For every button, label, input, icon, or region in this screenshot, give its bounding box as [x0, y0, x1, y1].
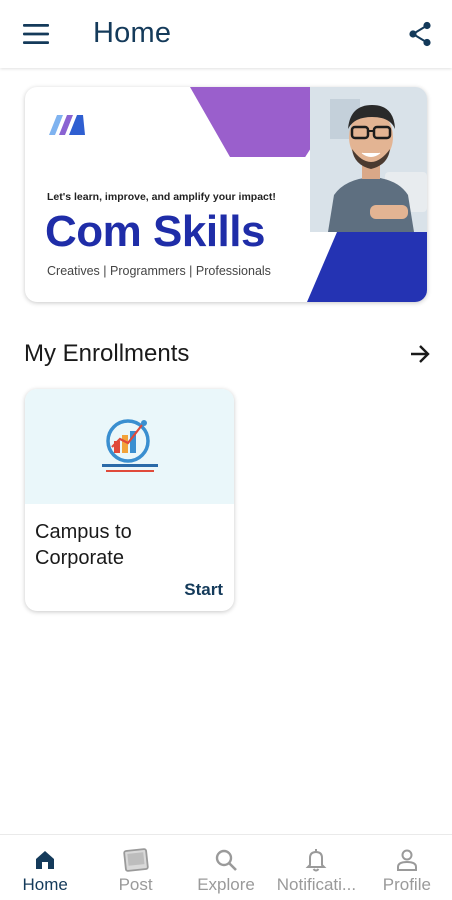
banner-tagline: Let's learn, improve, and amplify your i…: [47, 191, 276, 203]
nav-label-post: Post: [118, 875, 153, 894]
career-compass-logo: [102, 419, 158, 472]
banner-title: Com Skills: [45, 207, 265, 256]
nav-item-post[interactable]: Post: [90, 835, 180, 900]
nav-label-notifications: Notificati...: [276, 875, 357, 894]
nav-label-profile: Profile: [382, 875, 431, 894]
banner-person-photo: [310, 87, 427, 232]
course-thumbnail: [25, 389, 234, 504]
enrollments-see-all-button[interactable]: [404, 338, 436, 370]
app-bar: Home: [0, 0, 452, 68]
course-card[interactable]: Campus to Corporate Start: [25, 389, 234, 611]
share-button[interactable]: [400, 14, 440, 54]
page-title: Home: [93, 17, 172, 49]
bottom-navigation: Home Post Explore Notificati... Profile: [0, 834, 452, 900]
post-icon: [122, 847, 149, 873]
promo-banner[interactable]: Let's learn, improve, and amplify your i…: [25, 87, 427, 302]
search-icon: [213, 847, 239, 873]
course-start-button[interactable]: Start: [184, 580, 223, 600]
home-icon: [32, 847, 58, 873]
bell-icon: [303, 847, 329, 873]
arrow-right-icon: [411, 345, 430, 363]
person-icon: [394, 847, 420, 873]
hamburger-menu-icon: [23, 24, 49, 44]
share-icon: [409, 21, 431, 47]
nav-item-home[interactable]: Home: [0, 835, 90, 900]
banner-blue-shape: [307, 232, 427, 302]
brand-logo-icon: [49, 115, 85, 135]
nav-label-home: Home: [22, 875, 68, 894]
nav-label-explore: Explore: [197, 875, 255, 894]
nav-item-explore[interactable]: Explore: [181, 835, 271, 900]
course-title: Campus to Corporate: [35, 521, 132, 569]
nav-item-notifications[interactable]: Notificati...: [271, 835, 361, 900]
menu-button[interactable]: [14, 14, 58, 54]
enrollments-heading: My Enrollments: [24, 340, 190, 367]
nav-item-profile[interactable]: Profile: [362, 835, 452, 900]
banner-subtitle: Creatives | Programmers | Professionals: [47, 264, 271, 278]
